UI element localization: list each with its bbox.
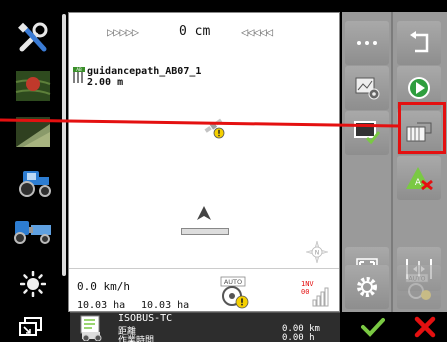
confirm-button[interactable]	[360, 316, 386, 338]
monitor-confirm-button[interactable]	[345, 111, 389, 155]
ab-line-icon: A	[406, 167, 433, 191]
lightbar-offset: 0 cm	[179, 24, 211, 39]
monitor-check-icon	[354, 121, 381, 145]
area-readout-left: 10.03 ha	[77, 300, 126, 311]
settings-icon	[357, 277, 377, 297]
gnss-signal-icon: 1NV 00	[301, 280, 329, 307]
satellite-warning-icon	[204, 118, 225, 139]
implement-icon[interactable]	[6, 208, 60, 252]
play-icon	[408, 77, 430, 99]
ab-line-button[interactable]: A	[397, 156, 441, 200]
vehicle-position-marker	[197, 206, 211, 220]
task-document-icon	[80, 315, 102, 341]
guidance-path-width: 2.00 m	[87, 77, 124, 88]
more-icon	[357, 41, 377, 45]
brightness-icon[interactable]	[6, 262, 60, 306]
auto-disabled-button[interactable]: AUTO	[397, 265, 441, 309]
auto-disabled-icon: AUTO	[405, 273, 431, 300]
annotation-highlight-box	[398, 102, 446, 154]
lightbar-left-arrows: ▷▷▷▷▷	[107, 25, 139, 39]
bottom-bar: ISOBUS-TC 距離 作業時間 0.00 km 0.00 h	[0, 312, 447, 342]
back-button[interactable]	[397, 21, 441, 65]
task-title: ISOBUS-TC	[118, 313, 173, 324]
compass-icon[interactable]: N	[306, 241, 328, 263]
close-icon	[414, 316, 436, 338]
back-icon	[410, 31, 429, 53]
svg-text:N: N	[315, 250, 320, 257]
terrain-icon[interactable]	[6, 110, 60, 154]
sidebar	[0, 0, 66, 310]
svg-text:AB: AB	[76, 67, 82, 72]
speed-readout: 0.0 km/h	[77, 280, 130, 293]
signal-label-top: 1NV	[301, 280, 314, 288]
auto-steer-label: AUTO	[224, 278, 242, 286]
area-readout-right: 10.03 ha	[141, 300, 190, 311]
auto-disabled-label: AUTO	[409, 275, 426, 282]
guidance-path-name: guidancepath_AB07_1	[87, 66, 202, 77]
tractor-icon[interactable]	[6, 160, 60, 204]
task-info-panel[interactable]: ISOBUS-TC 距離 作業時間 0.00 km 0.00 h	[70, 312, 340, 342]
window-switch-icon[interactable]	[18, 316, 44, 338]
settings-button[interactable]	[345, 265, 389, 309]
field-map-icon[interactable]	[6, 64, 60, 108]
guidance-map[interactable]: ▷▷▷▷▷ 0 cm ◁◁◁◁◁ AB guidancepath_AB07_1 …	[68, 12, 340, 312]
task-time-label: 作業時間	[118, 336, 155, 342]
implement-width-bar	[181, 228, 229, 235]
signal-label-bottom: 00	[301, 288, 309, 296]
cancel-button[interactable]	[412, 316, 438, 338]
guidance-path-icon: AB	[72, 66, 86, 84]
sidebar-scrollbar[interactable]	[62, 14, 66, 276]
lightbar-right-arrows: ◁◁◁◁◁	[241, 25, 273, 39]
status-separator	[69, 268, 339, 269]
tools-icon[interactable]	[6, 16, 60, 60]
svg-text:A: A	[415, 178, 422, 188]
map-settings-icon	[355, 77, 380, 100]
task-time-value: 0.00 h	[282, 333, 315, 342]
auto-steer-warning-icon[interactable]: AUTO	[217, 275, 251, 309]
lightbar: ▷▷▷▷▷ 0 cm ◁◁◁◁◁	[69, 22, 341, 42]
panel-divider	[391, 12, 393, 312]
more-button[interactable]	[345, 21, 389, 65]
checkmark-icon	[361, 318, 385, 337]
map-settings-button[interactable]	[345, 66, 389, 110]
